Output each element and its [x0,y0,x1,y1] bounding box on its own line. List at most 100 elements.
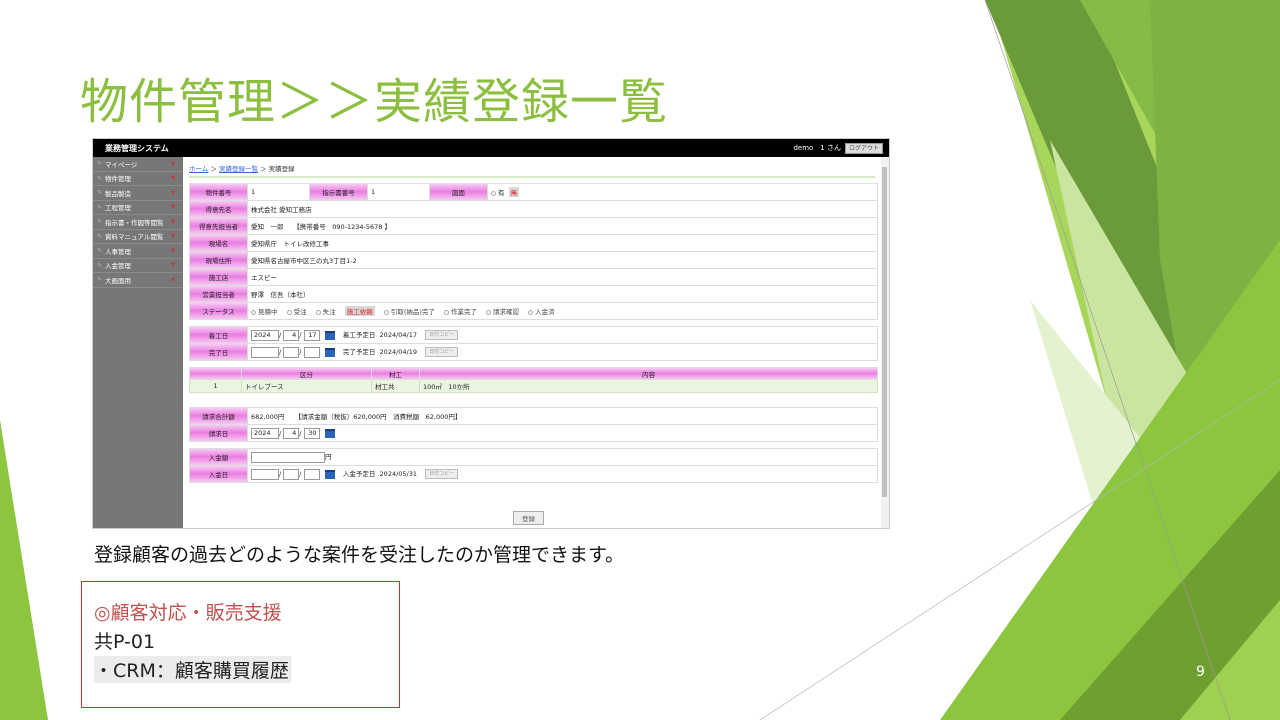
chevron-down-icon: ▼ [171,218,175,225]
payment-date-fields: / / 入金予定日 2024/05/31 日付コピー [247,465,878,483]
note-item: ・CRM：顧客購買履歴 [94,656,291,683]
end-year-input[interactable] [251,346,279,358]
status-option[interactable]: 入金済 [528,306,555,316]
breadcrumb-home[interactable]: ホーム [189,165,208,173]
calendar-icon[interactable] [324,469,335,479]
status-option[interactable]: 請求確認 [486,306,519,316]
calendar-icon[interactable] [324,428,335,438]
end-month-input[interactable] [283,346,300,358]
chevron-down-icon: ▼ [171,247,175,254]
sidebar-item-process[interactable]: ✎ 工程管理 ▼ [93,201,183,215]
chevron-down-icon: ▼ [171,175,175,182]
calendar-icon[interactable] [324,330,335,340]
payment-amount-label: 入金額 [189,448,248,466]
chevron-down-icon: ▼ [171,189,175,196]
table-row[interactable]: 1 トイレブース 材工共 100㎡ 10か所 [189,379,878,393]
main-content: ホーム ＞ 実績登録一覧 ＞ 実績登録 物件番号 1 指示書番号 1 図面 有 … [183,157,881,528]
start-year-input[interactable]: 2024 [251,329,279,341]
breadcrumb-current: 実績登録 [268,165,295,173]
sidebar-item-property[interactable]: ✎ 物件管理 ▼ [93,172,183,186]
items-header-material: 材工 [371,367,420,380]
pencil-icon: ✎ [97,232,103,240]
chevron-down-icon: ▼ [171,276,175,283]
status-option[interactable]: 引取(納品)完了 [383,306,435,316]
items-header-content: 内容 [419,367,878,380]
pencil-icon: ✎ [97,218,103,226]
sidebar-item-payments[interactable]: ✎ 入金管理 ▼ [93,259,183,273]
chevron-down-icon: ▼ [171,204,175,211]
sidebar-item-mypage[interactable]: ✎ マイページ ▼ [93,157,183,172]
bill-date-label: 請求日 [189,424,248,442]
sidebar-item-instructions[interactable]: ✎ 指示書・作図等閲覧 ▼ [93,215,183,230]
status-option[interactable]: 受注 [286,306,307,316]
copy-date-button[interactable]: 日付コピー [425,330,459,341]
start-date-label: 着工日 [189,326,248,344]
note-heading: ◎顧客対応・販売支援 [94,602,282,624]
bill-day-input[interactable]: 30 [303,427,320,439]
status-option[interactable]: 見積中 [251,306,278,316]
schedule-form: 着工日 2024/ 4/ 17 着工予定日 2024/04/17 日付コピー 完… [189,326,878,361]
site-label: 現場名 [189,234,248,252]
sidebar: ✎ マイページ ▼ ✎ 物件管理 ▼ ✎ 製品製造 ▼ ✎ 工程管理 ▼ ✎ 指示書・作図等閲覧 ▼… [93,157,183,528]
payment-form: 入金額 円 入金日 / / 入金予定日 2024/05/31 日付コピー [189,448,878,483]
site-value: 愛知県庁 トイレ改修工事 [247,234,878,252]
sidebar-item-hr[interactable]: ✎ 人事管理 ▼ [93,244,183,259]
status-option[interactable]: 作業完了 [443,306,477,316]
sidebar-item-manufacturing[interactable]: ✎ 製品製造 ▼ [93,186,183,201]
slide: 物件管理＞＞実績登録一覧 業務管理システム demo 1 さん ログアウト ✎ マ… [0,0,1280,720]
bill-month-input[interactable]: 4 [283,427,300,439]
payment-amount-field: 円 [247,448,878,466]
slide-caption: 登録顧客の過去どのような案件を受注したのか管理できます。 [94,544,625,566]
zumen-no-option[interactable]: 無 [508,187,520,197]
zumen-yes-radio[interactable] [491,190,496,196]
sidebar-item-manuals[interactable]: ✎ 資料マニュアル閲覧 ▼ [93,230,183,244]
slide-title: 物件管理＞＞実績登録一覧 [80,74,669,130]
sales-value: 野澤 信吾（本社） [247,285,878,303]
pencil-icon: ✎ [97,189,103,197]
breadcrumb-list[interactable]: 実績登録一覧 [219,165,258,173]
start-month-input[interactable]: 4 [283,329,300,341]
contractor-label: 施工店 [189,268,248,286]
calendar-icon[interactable] [324,347,335,357]
address-label: 現場住所 [189,251,248,269]
register-button[interactable]: 登録 [513,511,544,525]
status-option[interactable]: 失注 [315,306,336,316]
breadcrumb: ホーム ＞ 実績登録一覧 ＞ 実績登録 [189,163,875,178]
bukken-value: 1 [247,183,310,201]
sidebar-item-bigscreen[interactable]: ✎ 大画面用 ▼ [93,273,183,288]
start-day-input[interactable]: 17 [303,329,320,341]
note-code: 共P-01 [94,631,156,653]
copy-date-button[interactable]: 日付コピー [425,469,459,480]
shiji-label: 指示書番号 [309,183,368,201]
status-label: ステータス [189,302,248,320]
bill-year-input[interactable]: 2024 [251,427,279,439]
end-date-fields: / / 完了予定日 2024/04/19 日付コピー [247,343,878,361]
user-name: demo 1 さん [793,144,841,152]
bill-date-fields: 2024/ 4/ 30 [247,424,878,442]
pencil-icon: ✎ [97,261,103,269]
start-date-fields: 2024/ 4/ 17 着工予定日 2024/04/17 日付コピー [247,326,878,344]
scrollbar-thumb[interactable] [882,167,887,497]
page-number: 9 [1196,664,1205,680]
payment-amount-input[interactable] [251,451,325,463]
pencil-icon: ✎ [97,247,103,255]
pencil-icon: ✎ [97,174,103,182]
pay-month-input[interactable] [283,468,300,480]
pay-year-input[interactable] [251,468,279,480]
logout-button[interactable]: ログアウト [844,142,883,154]
copy-date-button[interactable]: 日付コピー [425,347,459,358]
items-header-no [189,367,242,380]
end-date-label: 完了日 [189,343,248,361]
chevron-down-icon: ▼ [171,160,175,167]
address-value: 愛知県名古屋市中区三の丸3丁目1-2 [247,251,878,269]
zumen-options: 有 無 [487,183,878,201]
end-day-input[interactable] [303,346,320,358]
property-form: 物件番号 1 指示書番号 1 図面 有 無 得意先名 株式会社 愛知工務店 得意先… [189,183,878,320]
status-option-selected[interactable]: 施工依頼 [344,306,375,316]
pencil-icon: ✎ [97,160,103,168]
pay-day-input[interactable] [303,468,320,480]
pencil-icon: ✎ [97,203,103,211]
scrollbar[interactable] [881,157,889,528]
items-header-category: 区分 [241,367,372,380]
billing-total: 682,000円 【請求金額（税抜）620,000円 消費税額 62,000円】 [247,407,878,425]
